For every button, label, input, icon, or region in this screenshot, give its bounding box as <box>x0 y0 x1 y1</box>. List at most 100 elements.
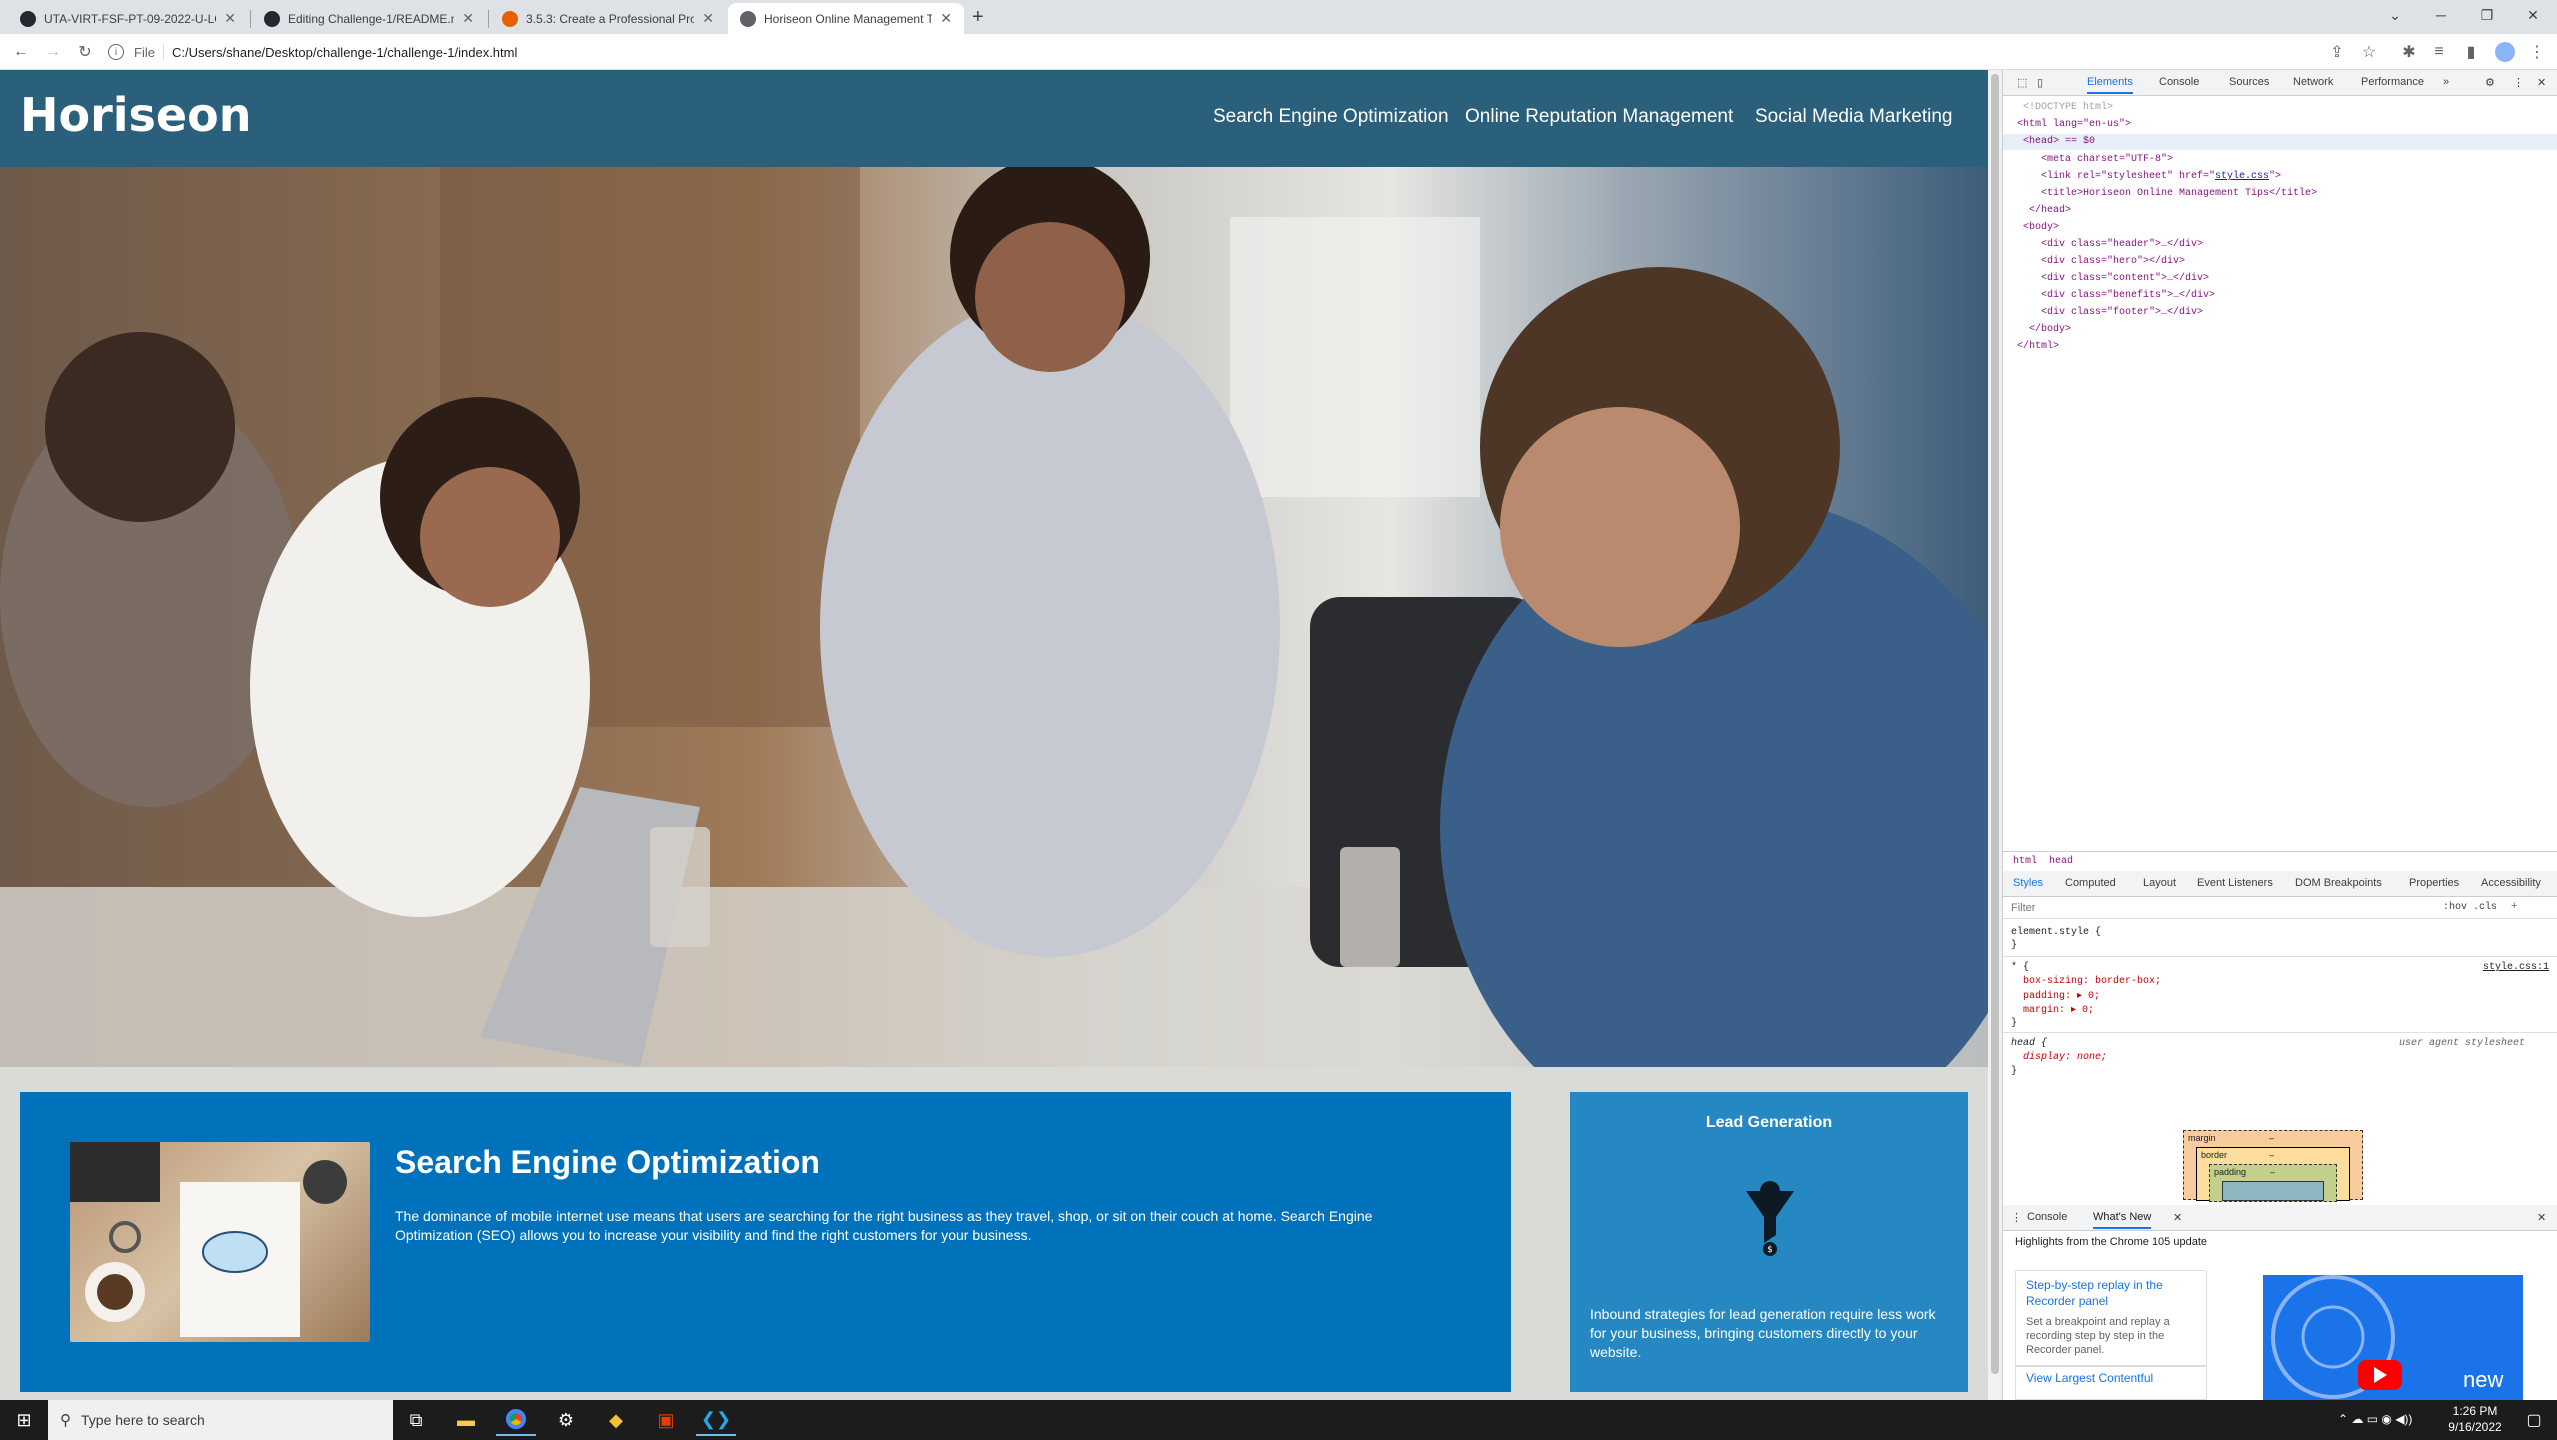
whats-new-video-thumbnail[interactable]: new <box>2263 1275 2523 1400</box>
tab-event-listeners[interactable]: Event Listeners <box>2197 877 2273 889</box>
vscode-taskbar-icon[interactable]: ❮❯ <box>696 1404 736 1436</box>
dom-div-hero[interactable]: <div class="hero"></div> <box>2041 256 2185 267</box>
nav-link-reputation[interactable]: Online Reputation Management <box>1465 106 1733 128</box>
extensions-icon[interactable]: ✱ <box>2398 41 2420 63</box>
close-tab-icon[interactable]: ✕ <box>940 10 952 27</box>
bookmark-star-icon[interactable]: ☆ <box>2358 41 2380 63</box>
drawer-menu-icon[interactable]: ⋮ <box>2011 1211 2022 1224</box>
windows-start-icon[interactable]: ⊞ <box>4 1404 44 1436</box>
side-panel-icon[interactable]: ▮ <box>2460 41 2482 63</box>
dom-meta[interactable]: <meta charset="UTF-8"> <box>2041 154 2173 165</box>
dom-div-footer[interactable]: <div class="footer">…</div> <box>2041 307 2203 318</box>
restore-button[interactable]: ❐ <box>2464 0 2510 30</box>
taskbar-search[interactable]: ⚲ Type here to search <box>48 1400 393 1440</box>
tab-elements[interactable]: Elements <box>2087 76 2133 94</box>
more-tabs-icon[interactable]: » <box>2443 76 2449 88</box>
browser-tab[interactable]: 3.5.3: Create a Professional Proje ✕ <box>490 3 726 34</box>
decl-padding[interactable]: padding: ▸ 0; <box>2023 990 2100 1002</box>
forward-icon[interactable]: → <box>42 41 64 63</box>
system-tray-icons[interactable]: ⌃ ☁ ▭ ◉ ◀)) <box>2338 1412 2412 1426</box>
devtools-panel: ⬚ ▯ Elements Console Sources Network Per… <box>2002 70 2557 1400</box>
rule-brace: } <box>2011 940 2018 951</box>
tab-accessibility[interactable]: Accessibility <box>2481 877 2541 889</box>
browser-tab[interactable]: UTA-VIRT-FSF-PT-09-2022-U-LOL ✕ <box>8 3 248 34</box>
browser-tab-active[interactable]: Horiseon Online Management Ti ✕ <box>728 3 964 34</box>
tab-properties[interactable]: Properties <box>2409 877 2459 889</box>
share-icon[interactable]: ⇪ <box>2326 41 2348 63</box>
tab-network[interactable]: Network <box>2293 76 2333 88</box>
boxmodel-border-value: – <box>2269 1150 2275 1160</box>
browser-menu-icon[interactable]: ⋮ <box>2526 41 2548 63</box>
inspect-element-icon[interactable]: ⬚ <box>2017 76 2027 89</box>
new-tab-button[interactable]: + <box>972 6 984 29</box>
decl-box-sizing[interactable]: box-sizing: border-box; <box>2023 976 2161 987</box>
whats-new-link-lcp[interactable]: View Largest Contentful <box>2026 1371 2153 1385</box>
rule-element-style[interactable]: element.style { <box>2011 927 2101 938</box>
tab-styles[interactable]: Styles <box>2013 877 2043 889</box>
close-window-button[interactable]: ✕ <box>2510 0 2556 30</box>
nav-link-seo[interactable]: Search Engine Optimization <box>1213 106 1449 128</box>
hov-cls-toggles[interactable]: :hov .cls <box>2443 902 2497 913</box>
close-tab-icon[interactable]: ✕ <box>702 10 714 27</box>
tab-layout[interactable]: Layout <box>2143 877 2176 889</box>
page-scrollbar[interactable] <box>1988 70 2002 1400</box>
dom-div-content[interactable]: <div class="content">…</div> <box>2041 273 2209 284</box>
tab-dom-breakpoints[interactable]: DOM Breakpoints <box>2295 877 2382 889</box>
dom-head-open[interactable]: <head> == $0 <box>2023 136 2095 147</box>
settings-taskbar-icon[interactable]: ⚙ <box>546 1404 586 1436</box>
decl-margin[interactable]: margin: ▸ 0; <box>2023 1004 2094 1016</box>
notifications-icon[interactable]: ▢ <box>2514 1404 2554 1436</box>
browser-tab[interactable]: Editing Challenge-1/README.md ✕ <box>252 3 486 34</box>
tab-search-icon[interactable]: ⌄ <box>2372 0 2418 30</box>
file-explorer-icon[interactable]: ▬ <box>446 1404 486 1436</box>
drawer-tab-whats-new[interactable]: What's New <box>2093 1211 2152 1229</box>
close-whats-new-icon[interactable]: ✕ <box>2173 1211 2182 1224</box>
dom-html-open[interactable]: <html lang="en-us"> <box>2017 119 2131 130</box>
new-rule-icon[interactable]: + <box>2511 900 2517 912</box>
reload-icon[interactable]: ↻ <box>74 41 96 63</box>
whats-new-card[interactable]: Step-by-step replay in the Recorder pane… <box>2015 1270 2207 1366</box>
reading-list-icon[interactable]: ≡ <box>2428 41 2450 63</box>
close-tab-icon[interactable]: ✕ <box>224 10 236 27</box>
profile-avatar[interactable] <box>2494 41 2516 63</box>
content-text: The dominance of mobile internet use mea… <box>395 1208 1373 1243</box>
breadcrumb-head[interactable]: head <box>2049 856 2073 867</box>
devtools-menu-icon[interactable]: ⋮ <box>2513 76 2524 89</box>
rule-head-selector[interactable]: head { <box>2011 1038 2047 1049</box>
git-taskbar-icon[interactable]: ◆ <box>596 1404 636 1436</box>
breadcrumb-html[interactable]: html <box>2013 856 2037 867</box>
dom-html-close: </html> <box>2017 341 2060 352</box>
rule-star-source[interactable]: style.css:1 <box>2483 962 2549 973</box>
minimize-button[interactable]: ─ <box>2418 0 2464 30</box>
close-drawer-icon[interactable]: ✕ <box>2537 1211 2546 1224</box>
device-toolbar-icon[interactable]: ▯ <box>2037 76 2043 89</box>
whats-new-link-recorder[interactable]: Step-by-step replay in the Recorder pane… <box>2026 1277 2196 1309</box>
tab-sources[interactable]: Sources <box>2229 76 2269 88</box>
back-icon[interactable]: ← <box>10 41 32 63</box>
tab-console[interactable]: Console <box>2159 76 2199 88</box>
close-devtools-icon[interactable]: ✕ <box>2537 76 2546 89</box>
dom-link[interactable]: <link rel="stylesheet" href="style.css"> <box>2041 171 2281 182</box>
office-taskbar-icon[interactable]: ▣ <box>646 1404 686 1436</box>
dom-div-benefits[interactable]: <div class="benefits">…</div> <box>2041 290 2215 301</box>
tab-computed[interactable]: Computed <box>2065 877 2116 889</box>
close-tab-icon[interactable]: ✕ <box>462 10 474 27</box>
dom-title[interactable]: <title>Horiseon Online Management Tips</… <box>2041 188 2317 199</box>
whats-new-card[interactable]: View Largest Contentful <box>2015 1366 2207 1400</box>
task-view-icon[interactable]: ⧉ <box>396 1404 436 1436</box>
rule-star-selector[interactable]: * { <box>2011 962 2029 973</box>
dom-link-href[interactable]: style.css <box>2215 171 2269 182</box>
info-icon[interactable]: i <box>108 44 124 60</box>
drawer-tab-console[interactable]: Console <box>2027 1211 2067 1223</box>
taskbar-clock[interactable]: 1:26 PM 9/16/2022 <box>2440 1403 2510 1435</box>
nav-link-social[interactable]: Social Media Marketing <box>1755 106 1952 128</box>
seo-image <box>70 1142 370 1342</box>
tab-performance[interactable]: Performance <box>2361 76 2424 88</box>
dom-div-header[interactable]: <div class="header">…</div> <box>2041 239 2203 250</box>
address-bar[interactable]: i File C:/Users/shane/Desktop/challenge-… <box>108 37 2308 67</box>
styles-filter-input[interactable] <box>2009 899 2309 917</box>
site-logo[interactable]: Horiseon <box>20 88 251 142</box>
chrome-taskbar-icon[interactable] <box>496 1404 536 1436</box>
dom-body-open[interactable]: <body> <box>2023 222 2059 233</box>
settings-gear-icon[interactable]: ⚙ <box>2485 76 2495 89</box>
